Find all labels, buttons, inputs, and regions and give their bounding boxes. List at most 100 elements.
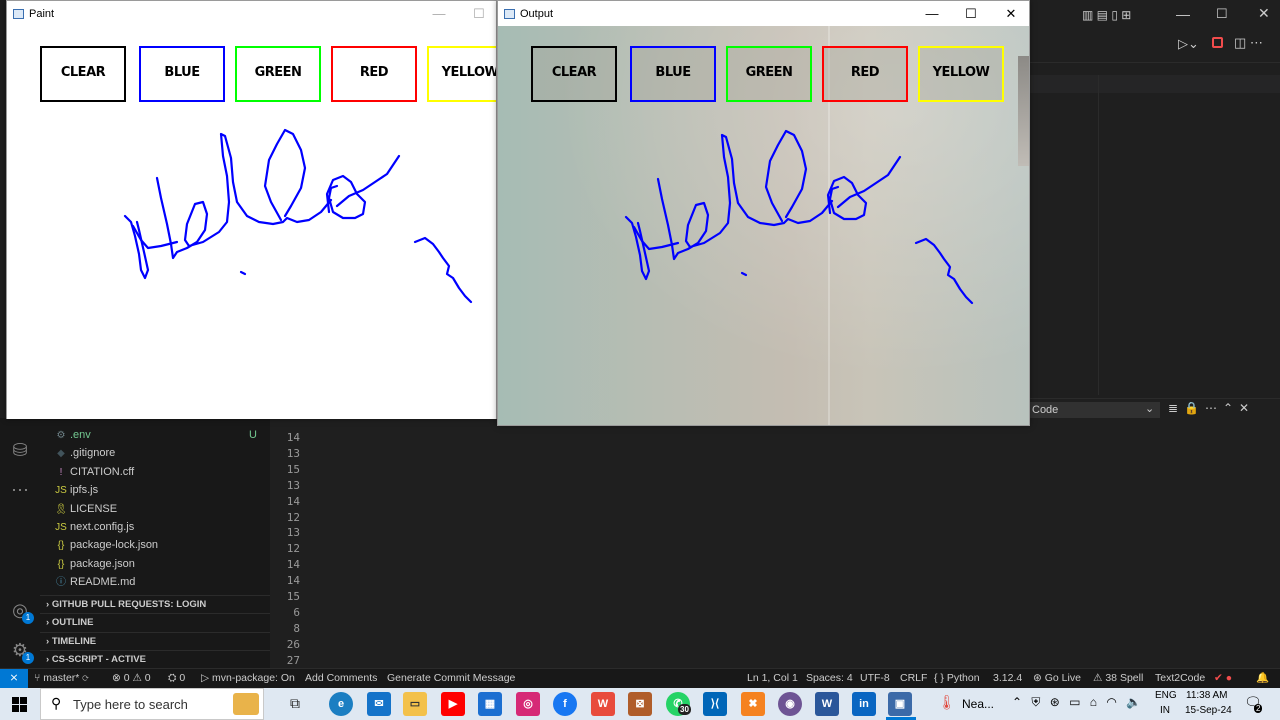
editor-area[interactable]: 14 13 15 13 14 12 13 12 14 14 15 6 8 26 27	[270, 418, 1280, 668]
paint-canvas[interactable]: CLEAR BLUE GREEN RED YELLOW	[7, 26, 496, 419]
red-button[interactable]: RED	[822, 46, 908, 102]
explorer-file[interactable]: ⚙ .env U	[54, 426, 257, 444]
wps-icon[interactable]: W	[591, 692, 615, 716]
more-icon[interactable]: ⋯	[8, 478, 32, 502]
ports-status[interactable]: ⛭ 0	[168, 669, 185, 689]
yellow-button[interactable]: YELLOW	[918, 46, 1004, 102]
text2code-status[interactable]: Text2Code	[1155, 669, 1205, 689]
line-number: 15	[286, 590, 300, 603]
vscode-icon[interactable]: ⟩⟨	[703, 692, 727, 716]
green-button[interactable]: GREEN	[235, 46, 321, 102]
weather-text[interactable]: Nea...	[962, 697, 994, 711]
lang-top[interactable]: ENG	[1155, 690, 1177, 701]
maximize-icon[interactable]: ☐	[1216, 6, 1228, 22]
remote-icon[interactable]: ⨯	[0, 669, 28, 689]
clock-time[interactable]: 11:38 AM	[1186, 690, 1228, 701]
yellow-button[interactable]: YELLOW	[427, 46, 496, 102]
divider	[1030, 62, 1280, 63]
file-explorer-icon[interactable]: ▭	[403, 692, 427, 716]
explorer-file[interactable]: 🎗 LICENSE	[54, 500, 117, 518]
explorer-file[interactable]: ◆ .gitignore	[54, 444, 115, 462]
explorer-section[interactable]: › CS-SCRIPT - ACTIVE	[40, 650, 270, 668]
close-icon[interactable]: ✕	[1258, 5, 1270, 22]
explorer-file[interactable]: {} package.json	[54, 555, 135, 573]
stop-icon[interactable]	[1212, 37, 1223, 48]
clear-button[interactable]: CLEAR	[531, 46, 617, 102]
explorer-file[interactable]: JS ipfs.js	[54, 481, 98, 499]
output-channel-dropdown[interactable]: Code	[1030, 402, 1160, 418]
panel-actions-icons[interactable]: ≣🔒⋯⌃✕	[1168, 401, 1255, 415]
language-mode[interactable]: { } Python	[934, 669, 980, 689]
section-title: GITHUB PULL REQUESTS: LOGIN	[51, 599, 207, 610]
golive-button[interactable]: ⊛ Go Live	[1033, 669, 1081, 689]
run-icon[interactable]: ▷⌄	[1178, 36, 1199, 52]
explorer-file[interactable]: JS next.config.js	[54, 518, 134, 536]
generate-commit-button[interactable]: Generate Commit Message	[387, 669, 515, 689]
store-icon[interactable]: ▦	[478, 692, 502, 716]
red-button[interactable]: RED	[331, 46, 417, 102]
blue-button[interactable]: BLUE	[139, 46, 225, 102]
handwriting-stroke	[239, 270, 247, 276]
whatsapp-icon[interactable]: ✆ 30	[666, 692, 691, 716]
clock-date[interactable]: 15-Sep-24	[1185, 705, 1232, 716]
python-version[interactable]: 3.12.4	[993, 669, 1022, 689]
python-app-icon[interactable]: ▣	[888, 692, 912, 716]
add-comments-button[interactable]: Add Comments	[305, 669, 377, 689]
notifications-icon[interactable]: 🔔	[1256, 669, 1269, 689]
gear-icon[interactable]: ⚙ 1	[8, 638, 34, 664]
task-view-icon[interactable]: ⧉	[290, 695, 300, 712]
taskbar-search[interactable]: ⚲ Type here to search	[40, 688, 264, 720]
account-icon[interactable]: ◎ 1	[8, 598, 34, 624]
maximize-button[interactable]: ☐	[951, 1, 991, 26]
spell-status[interactable]: ⚠ 38 Spell	[1093, 669, 1143, 689]
explorer-file[interactable]: ⓘ README.md	[54, 573, 135, 591]
problems-status[interactable]: ⊗ 0 ⚠ 0	[112, 669, 151, 689]
github-icon[interactable]: ◉	[778, 692, 802, 716]
explorer-file[interactable]: ! CITATION.cff	[54, 463, 135, 481]
mail-icon[interactable]: ✉	[367, 692, 391, 716]
docker-icon[interactable]: ⛁	[8, 438, 32, 462]
check-icon[interactable]: ✔ ●	[1214, 669, 1232, 689]
explorer-section[interactable]: › GITHUB PULL REQUESTS: LOGIN	[40, 595, 270, 613]
close-button[interactable]: ✕	[991, 1, 1031, 26]
clear-button[interactable]: CLEAR	[40, 46, 126, 102]
explorer-section[interactable]: › OUTLINE	[40, 613, 270, 631]
indentation[interactable]: Spaces: 4	[806, 669, 853, 689]
tray-icons[interactable]: ⌃ ⛨ ⊛ ▭ ⌂ ◠ 🔈	[1012, 695, 1144, 710]
app-icon[interactable]: ⊠	[628, 692, 652, 716]
paint-title: Paint	[29, 8, 55, 20]
blue-button[interactable]: BLUE	[630, 46, 716, 102]
weather-icon[interactable]: 🌡	[938, 694, 956, 711]
maximize-button[interactable]: ☐	[459, 1, 499, 26]
notification-center-icon[interactable]: 🗨 2	[1244, 694, 1263, 713]
minimize-button[interactable]: —	[419, 1, 459, 26]
cursor-position[interactable]: Ln 1, Col 1	[747, 669, 798, 689]
green-button[interactable]: GREEN	[726, 46, 812, 102]
explorer-section[interactable]: › TIMELINE	[40, 631, 270, 650]
minimize-icon[interactable]: —	[1176, 6, 1190, 22]
youtube-icon[interactable]: ▶	[441, 692, 465, 716]
section-title: TIMELINE	[51, 635, 97, 647]
mvn-status[interactable]: ▷ mvn-package: On	[201, 669, 295, 689]
word-icon[interactable]: W	[815, 692, 839, 716]
branch-status[interactable]: ⑂ master* ⟳	[34, 669, 89, 689]
windows-start-icon[interactable]	[12, 697, 27, 712]
layout-toggle-icons[interactable]: ▥ ▤ ▯ ⊞	[1082, 8, 1131, 22]
encoding[interactable]: UTF-8	[860, 669, 890, 689]
instagram-icon[interactable]: ◎	[516, 692, 540, 716]
license-icon: 🎗	[54, 503, 68, 515]
search-icon: ⚲	[51, 695, 62, 711]
linkedin-icon[interactable]: in	[852, 692, 876, 716]
webcam-feed[interactable]: CLEAR BLUE GREEN RED YELLOW	[498, 26, 1029, 425]
explorer-file[interactable]: {} package-lock.json	[54, 536, 158, 554]
minimize-button[interactable]: —	[912, 1, 952, 26]
eol[interactable]: CRLF	[900, 669, 927, 689]
edge-icon[interactable]: e	[329, 692, 353, 716]
line-number: 8	[293, 621, 300, 635]
split-editor-icon[interactable]: ◫ ⋯	[1234, 35, 1263, 51]
facebook-icon[interactable]: f	[553, 692, 577, 716]
chevron-down-icon[interactable]: ⌄	[1145, 402, 1154, 415]
spell-label: 38 Spell	[1105, 672, 1144, 684]
lang-bottom[interactable]: IN	[1160, 705, 1170, 716]
xampp-icon[interactable]: ✖	[741, 692, 765, 716]
